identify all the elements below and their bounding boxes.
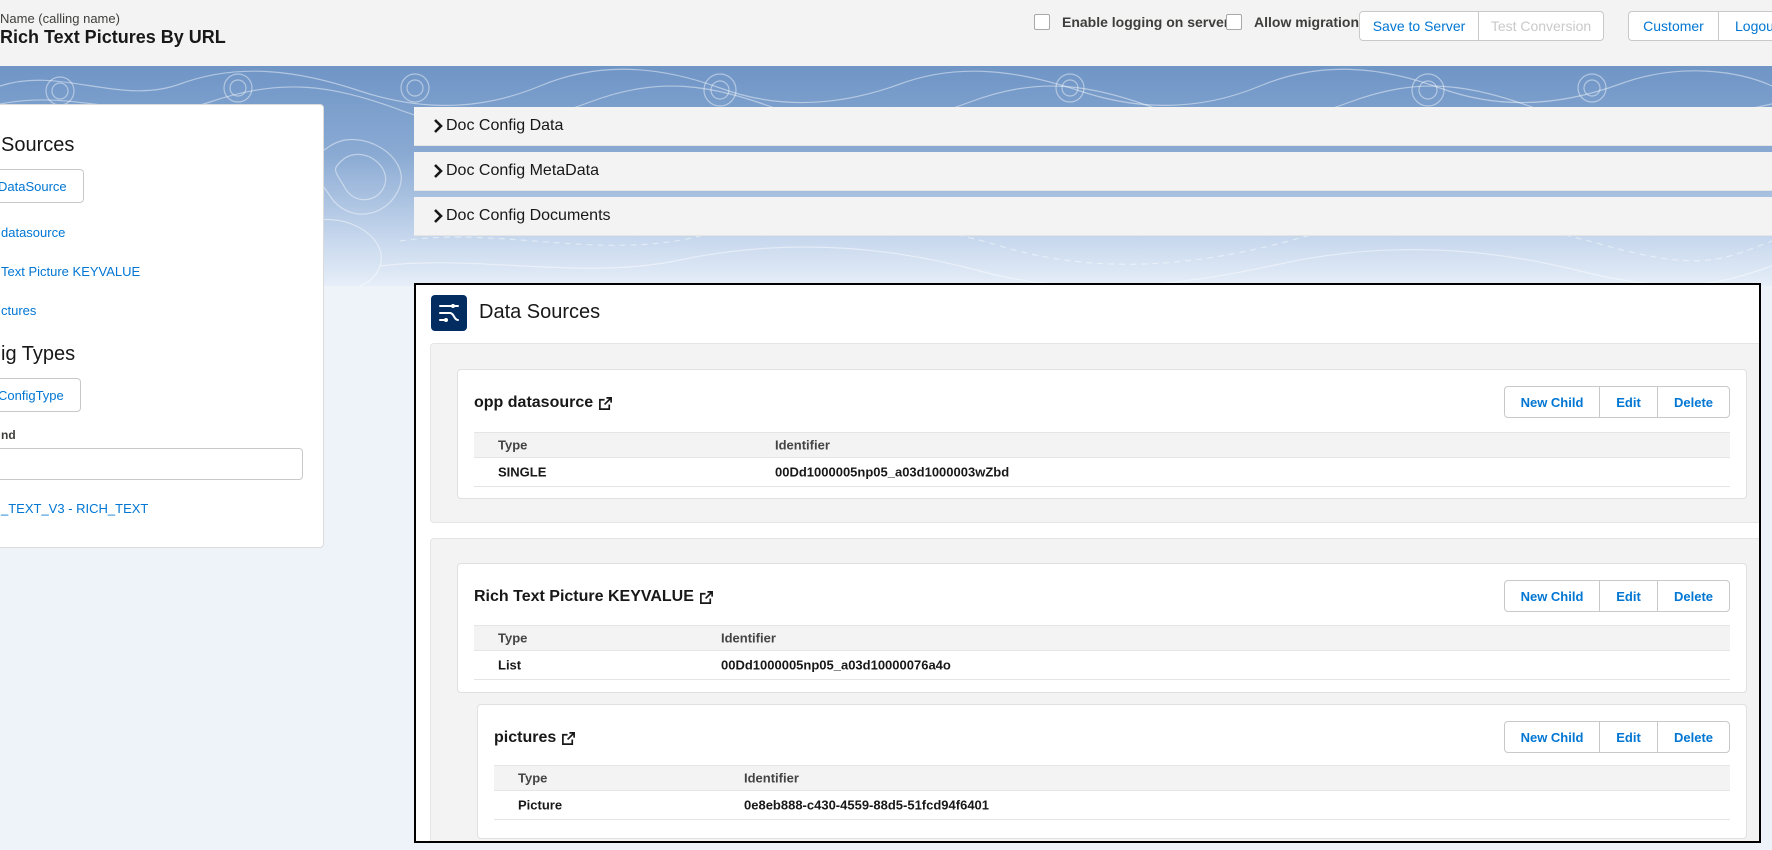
table-row: Picture 0e8eb888-c430-4559-88d5-51fcd94f… [494,791,1730,820]
customer-logout-button-group: Customer Logout [1628,11,1772,41]
new-child-button[interactable]: New Child [1504,386,1600,418]
node-title: opp datasource [474,394,613,412]
node-table: Type Identifier Picture 0e8eb888-c430-45… [494,765,1730,820]
datasource-group: Rich Text Picture KEYVALUE New Child Edi… [430,538,1759,841]
accordion-doc-config-documents[interactable]: Doc Config Documents [414,197,1772,236]
save-test-button-group: Save to Server Test Conversion [1359,11,1604,41]
datasource-link-keyvalue[interactable]: Text Picture KEYVALUE [1,264,140,279]
edit-button[interactable]: Edit [1599,386,1658,418]
find-input[interactable] [0,448,303,480]
table-header: Type Identifier [494,765,1730,791]
allow-migration-label: Allow migration [1254,14,1359,30]
new-configtype-button[interactable]: ConfigType [0,378,81,412]
cell-identifier: 00Dd1000005np05_a03d1000003wZbd [775,464,1010,480]
allow-migration-checkbox[interactable] [1226,14,1242,30]
record-label: Name (calling name) [0,11,120,26]
test-conversion-button[interactable]: Test Conversion [1478,11,1604,41]
chevron-right-icon [434,119,443,133]
datasource-node-opp: opp datasource New Child Edit Delete Typ… [457,369,1747,499]
cell-type: Picture [518,797,563,813]
left-navigation-panel: Sources DataSource datasource Text Pictu… [0,104,324,548]
cell-type: List [498,657,522,673]
col-identifier: Identifier [775,437,830,453]
col-type: Type [498,630,528,646]
col-type: Type [498,437,528,453]
enable-logging-group: Enable logging on server [1034,14,1229,30]
cell-identifier: 00Dd1000005np05_a03d10000076a4o [721,657,951,673]
accordion-label: Doc Config MetaData [446,162,599,179]
new-child-button[interactable]: New Child [1504,721,1600,753]
data-sources-title: Data Sources [479,301,601,323]
node-name[interactable]: opp datasource [474,394,593,412]
table-header: Type Identifier [474,432,1730,458]
chevron-right-icon [434,209,443,223]
col-identifier: Identifier [744,770,799,786]
node-table: Type Identifier List 00Dd1000005np05_a03… [474,625,1730,680]
node-name[interactable]: Rich Text Picture KEYVALUE [474,588,694,606]
delete-button[interactable]: Delete [1657,386,1730,418]
data-sources-heading: Sources [1,134,75,156]
allow-migration-group: Allow migration [1226,14,1359,30]
col-type: Type [518,770,548,786]
node-name[interactable]: pictures [494,729,556,747]
record-header: Name (calling name) Rich Text Pictures B… [0,0,1772,67]
new-datasource-button[interactable]: DataSource [0,169,84,203]
flow-icon [439,304,459,322]
config-type-link-rich-text[interactable]: _TEXT_V3 - RICH_TEXT [1,501,148,516]
config-types-heading: ig Types [1,343,76,365]
table-row: List 00Dd1000005np05_a03d10000076a4o [474,651,1730,680]
logout-button[interactable]: Logout [1718,11,1772,41]
customer-button[interactable]: Customer [1628,11,1719,41]
external-link-icon[interactable] [561,731,576,746]
node-title: pictures [494,729,576,747]
datasource-node-keyvalue: Rich Text Picture KEYVALUE New Child Edi… [457,563,1747,693]
node-actions: New Child Edit Delete [1504,386,1730,418]
datasource-link-pictures[interactable]: ctures [1,303,36,318]
edit-button[interactable]: Edit [1599,580,1658,612]
accordion-label: Doc Config Data [446,117,564,134]
node-actions: New Child Edit Delete [1504,580,1730,612]
delete-button[interactable]: Delete [1657,580,1730,612]
external-link-icon[interactable] [598,396,613,411]
accordion-doc-config-data[interactable]: Doc Config Data [414,107,1772,146]
datasource-link-opp[interactable]: datasource [1,225,65,240]
col-identifier: Identifier [721,630,776,646]
enable-logging-checkbox[interactable] [1034,14,1050,30]
table-row: SINGLE 00Dd1000005np05_a03d1000003wZbd [474,458,1730,487]
delete-button[interactable]: Delete [1657,721,1730,753]
find-label: nd [1,428,16,442]
table-header: Type Identifier [474,625,1730,651]
accordion-label: Doc Config Documents [446,207,611,224]
record-title: Rich Text Pictures By URL [0,27,226,47]
data-sources-card: Data Sources opp datasource New Child Ed… [414,283,1761,843]
new-child-button[interactable]: New Child [1504,580,1600,612]
datasource-node-pictures: pictures New Child Edit Delete Type Iden… [477,704,1747,839]
node-actions: New Child Edit Delete [1504,721,1730,753]
data-sources-icon [431,295,467,331]
external-link-icon[interactable] [699,590,714,605]
cell-type: SINGLE [498,464,547,480]
node-title: Rich Text Picture KEYVALUE [474,588,714,606]
datasource-group: opp datasource New Child Edit Delete Typ… [430,343,1759,523]
cell-identifier: 0e8eb888-c430-4559-88d5-51fcd94f6401 [744,797,990,813]
chevron-right-icon [434,164,443,178]
accordion-doc-config-metadata[interactable]: Doc Config MetaData [414,152,1772,191]
edit-button[interactable]: Edit [1599,721,1658,753]
node-table: Type Identifier SINGLE 00Dd1000005np05_a… [474,432,1730,487]
enable-logging-label: Enable logging on server [1062,14,1230,30]
save-to-server-button[interactable]: Save to Server [1359,11,1479,41]
